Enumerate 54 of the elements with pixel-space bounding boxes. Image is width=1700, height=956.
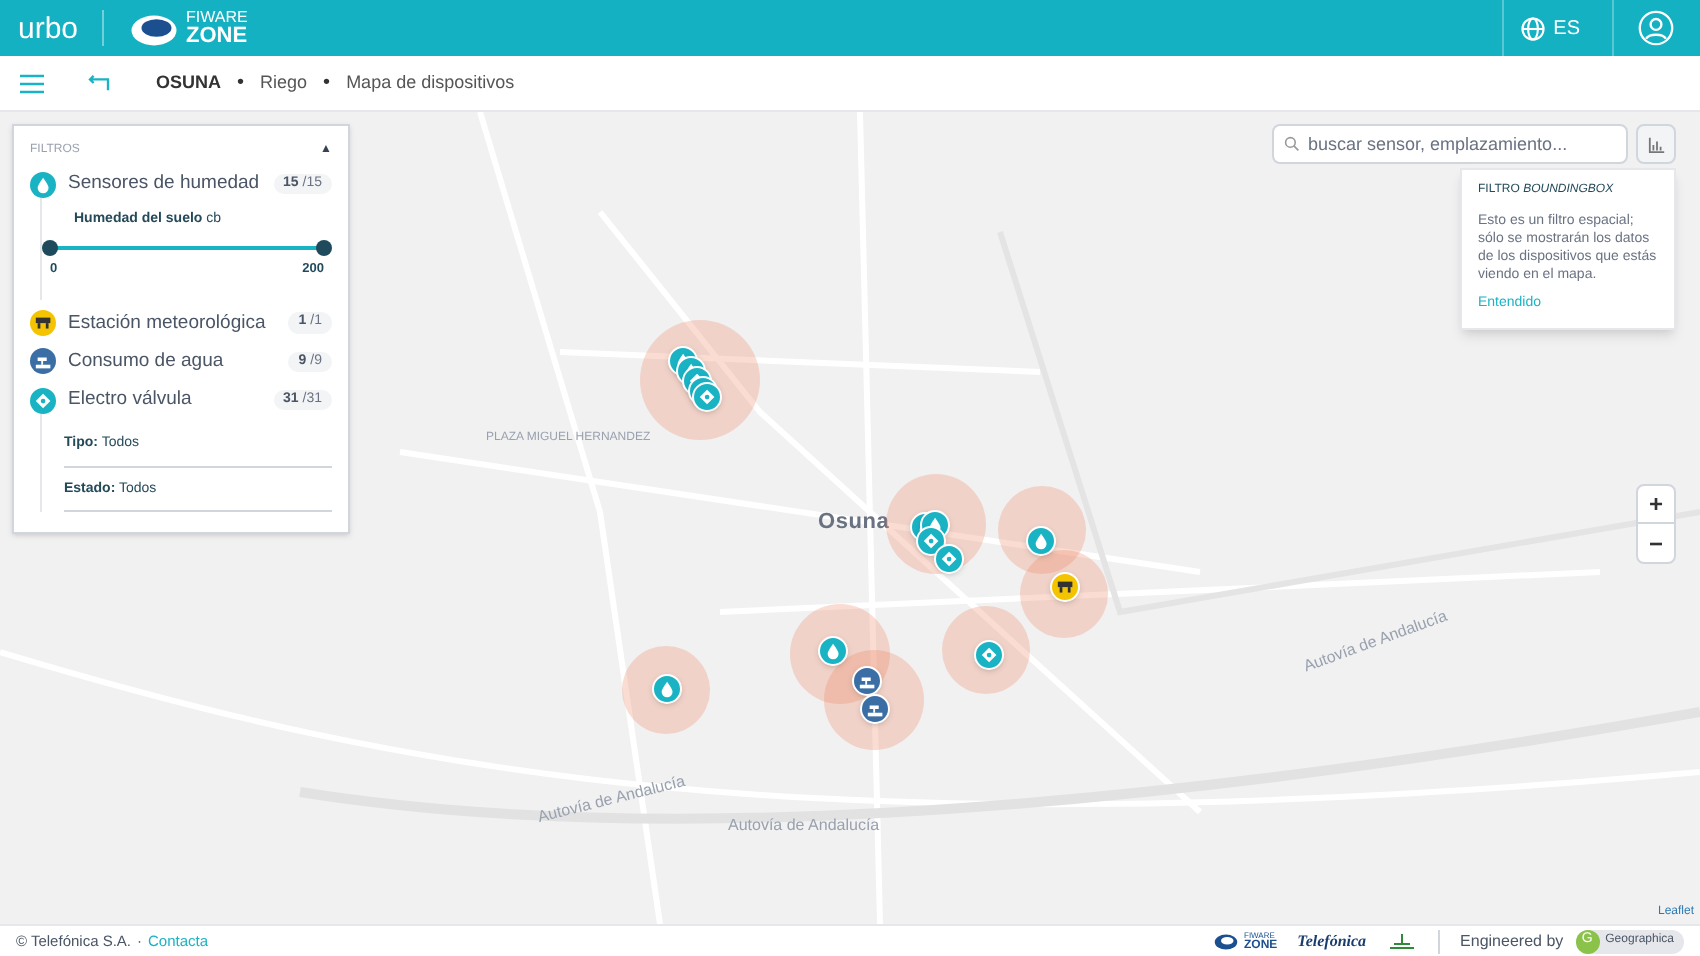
map-marker[interactable] [1050, 572, 1080, 602]
filter-label[interactable]: Estación meteorológica [68, 309, 277, 338]
user-icon[interactable] [1638, 10, 1674, 46]
map-label: Autovía de Andalucía [728, 814, 880, 838]
map-label: Osuna [818, 508, 890, 538]
valve-icon [30, 387, 56, 414]
search-icon [1284, 136, 1300, 152]
filter-label[interactable]: Sensores de humedad [68, 170, 262, 199]
zoom-in-button[interactable]: + [1638, 486, 1674, 524]
drop-icon [657, 679, 677, 699]
drop-icon [1031, 531, 1051, 551]
fiware-zone-logo: FIWARE ZONE [128, 8, 248, 48]
zoom-out-button[interactable]: − [1638, 524, 1674, 562]
heat-halo [942, 606, 1030, 694]
map-marker[interactable] [934, 544, 964, 574]
map-marker[interactable] [818, 636, 848, 666]
back-arrow-icon[interactable] [88, 74, 110, 92]
map-marker[interactable] [974, 640, 1004, 670]
regional-emblem-icon [1386, 931, 1419, 951]
drop-icon [30, 171, 56, 198]
valve-icon [697, 387, 717, 407]
filter-label[interactable]: Electro válvula [68, 386, 262, 415]
weather-station-icon [30, 310, 56, 337]
faucet-icon [865, 699, 885, 719]
breadcrumb-separator: • [237, 70, 245, 98]
search-field[interactable]: buscar sensor, emplazamiento... [1272, 124, 1628, 164]
drop-icon [823, 641, 843, 661]
filter-label[interactable]: Consumo de agua [68, 347, 277, 376]
chart-button[interactable] [1636, 124, 1676, 164]
valve-icon [921, 531, 941, 551]
map-label: Autovía de Andalucía [535, 770, 688, 830]
faucet-icon [857, 671, 877, 691]
slider-thumb[interactable] [42, 239, 58, 256]
breadcrumb-link[interactable]: Mapa de dispositivos [346, 69, 515, 97]
breadcrumb-link[interactable]: OSUNA [156, 69, 222, 97]
heat-halo [622, 646, 710, 734]
valve-icon [939, 549, 959, 569]
globe-icon [1519, 15, 1546, 41]
map-marker[interactable] [852, 666, 882, 696]
chart-icon [1647, 135, 1665, 153]
breadcrumb-separator: • [323, 70, 331, 98]
faucet-icon [30, 348, 56, 375]
valve-icon [979, 645, 999, 665]
slider-thumb[interactable] [316, 239, 332, 256]
urbo-logo: urbo [18, 13, 79, 43]
weather-station-icon [1055, 577, 1075, 597]
map-marker[interactable] [692, 382, 722, 412]
map-marker[interactable] [652, 674, 682, 704]
breadcrumb-link[interactable]: Riego [260, 69, 308, 97]
map-marker[interactable] [1026, 526, 1056, 556]
menu-icon[interactable] [20, 73, 44, 93]
telefonica-logo: Telefónica [1297, 929, 1367, 953]
engineered-by-text: Engineered by [1460, 929, 1564, 953]
map-marker[interactable] [860, 694, 890, 724]
